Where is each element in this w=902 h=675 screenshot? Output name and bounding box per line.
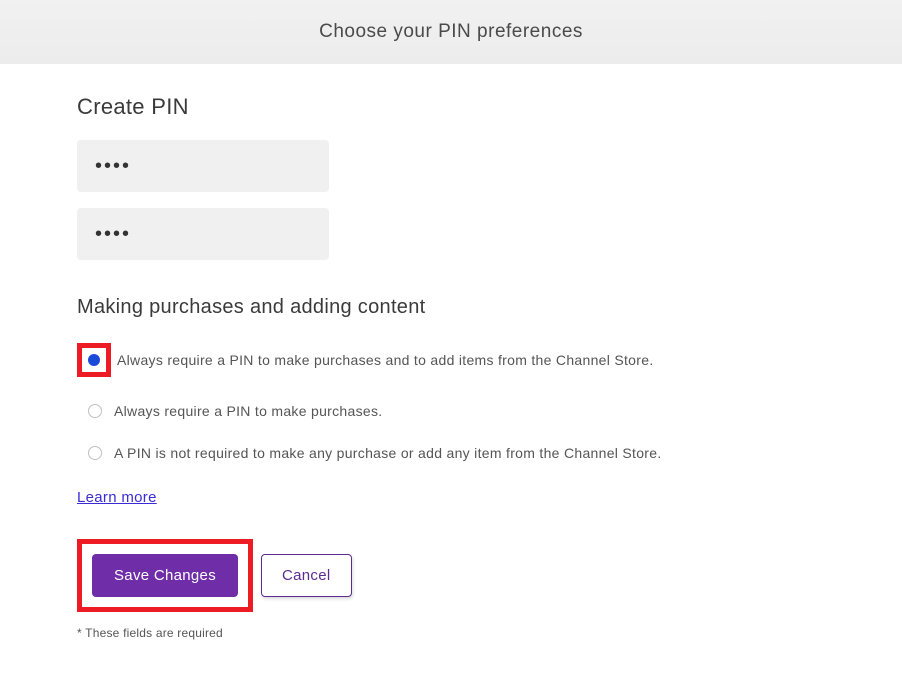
page-title: Choose your PIN preferences	[319, 21, 583, 43]
content-area: Create PIN •••• •••• Making purchases an…	[0, 64, 902, 640]
radio-option-3-wrap	[88, 446, 102, 460]
highlight-box-radio	[77, 343, 111, 377]
radio-option-3[interactable]	[88, 446, 102, 460]
radio-option-2-wrap	[88, 404, 102, 418]
radio-option-3-row: A PIN is not required to make any purcha…	[77, 445, 902, 461]
highlight-box-save: Save Changes	[77, 539, 253, 612]
save-button[interactable]: Save Changes	[92, 554, 238, 597]
radio-option-2-row: Always require a PIN to make purchases.	[77, 403, 902, 419]
learn-more-link[interactable]: Learn more	[77, 489, 157, 506]
pin-input-1[interactable]: ••••	[77, 140, 329, 192]
required-note: * These fields are required	[77, 626, 902, 640]
pin-input-2-value: ••••	[95, 223, 131, 246]
radio-option-1[interactable]	[88, 354, 100, 366]
radio-option-3-label: A PIN is not required to make any purcha…	[114, 445, 662, 461]
button-row: Save Changes Cancel	[77, 539, 902, 612]
cancel-button[interactable]: Cancel	[261, 554, 352, 597]
radio-option-1-row: Always require a PIN to make purchases a…	[77, 343, 902, 377]
radio-option-2[interactable]	[88, 404, 102, 418]
purchases-section-title: Making purchases and adding content	[77, 296, 902, 319]
radio-option-1-label: Always require a PIN to make purchases a…	[117, 352, 654, 368]
header-bar: Choose your PIN preferences	[0, 0, 902, 64]
radio-option-2-label: Always require a PIN to make purchases.	[114, 403, 382, 419]
pin-input-1-value: ••••	[95, 155, 131, 178]
create-pin-title: Create PIN	[77, 94, 902, 120]
pin-input-2[interactable]: ••••	[77, 208, 329, 260]
